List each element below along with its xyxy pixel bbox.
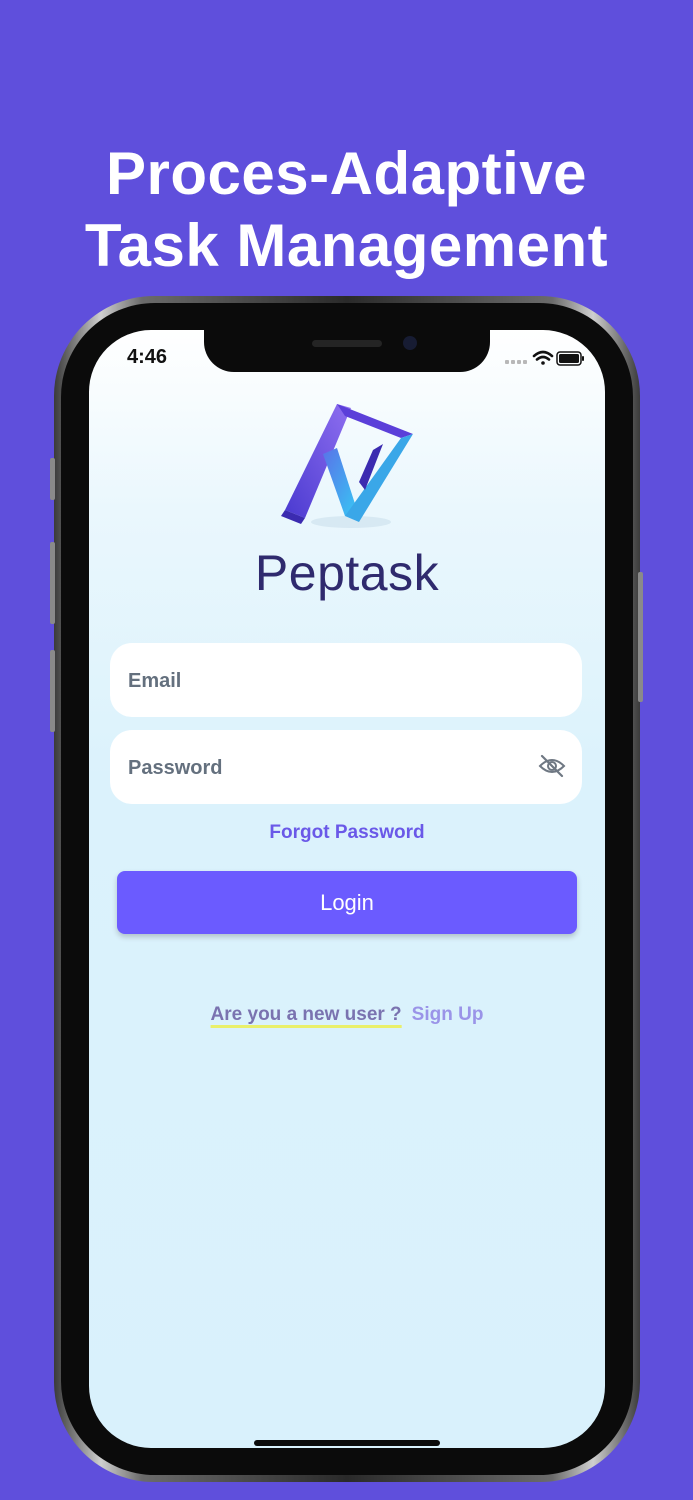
peptask-logo-icon — [281, 404, 413, 528]
silent-switch — [50, 458, 55, 500]
speaker-grille — [312, 340, 382, 347]
phone-screen: 4:46 Peptask Email Forgot Password Login… — [89, 330, 605, 1448]
email-input[interactable] — [126, 643, 530, 719]
home-indicator — [254, 1440, 440, 1446]
eye-off-icon[interactable] — [538, 754, 566, 778]
battery-icon — [556, 351, 584, 366]
signup-row: Are you a new user ? Sign Up — [89, 1004, 605, 1026]
power-button — [638, 572, 643, 702]
volume-up-button — [50, 542, 55, 624]
status-icons — [505, 348, 585, 368]
wifi-icon — [532, 350, 554, 365]
headline-line-2: Task Management — [84, 212, 609, 279]
email-field[interactable] — [110, 643, 582, 719]
password-field[interactable] — [110, 730, 582, 806]
front-camera — [403, 336, 417, 350]
volume-down-button — [50, 650, 55, 732]
headline-line-1: Proces-Adaptive — [106, 140, 587, 207]
forgot-password-link[interactable]: Forgot Password — [89, 822, 605, 844]
sign-up-link[interactable]: Sign Up — [412, 1004, 484, 1025]
status-time: 4:46 — [127, 346, 168, 368]
brand-name: Peptask — [254, 545, 440, 601]
notch — [204, 330, 490, 372]
signal-icon — [505, 360, 527, 364]
promo-headline: Proces-Adaptive Task Management — [0, 138, 693, 282]
password-input[interactable] — [126, 730, 530, 806]
new-user-label: Are you a new user ? — [210, 1004, 402, 1025]
login-button[interactable]: Login — [117, 871, 577, 934]
